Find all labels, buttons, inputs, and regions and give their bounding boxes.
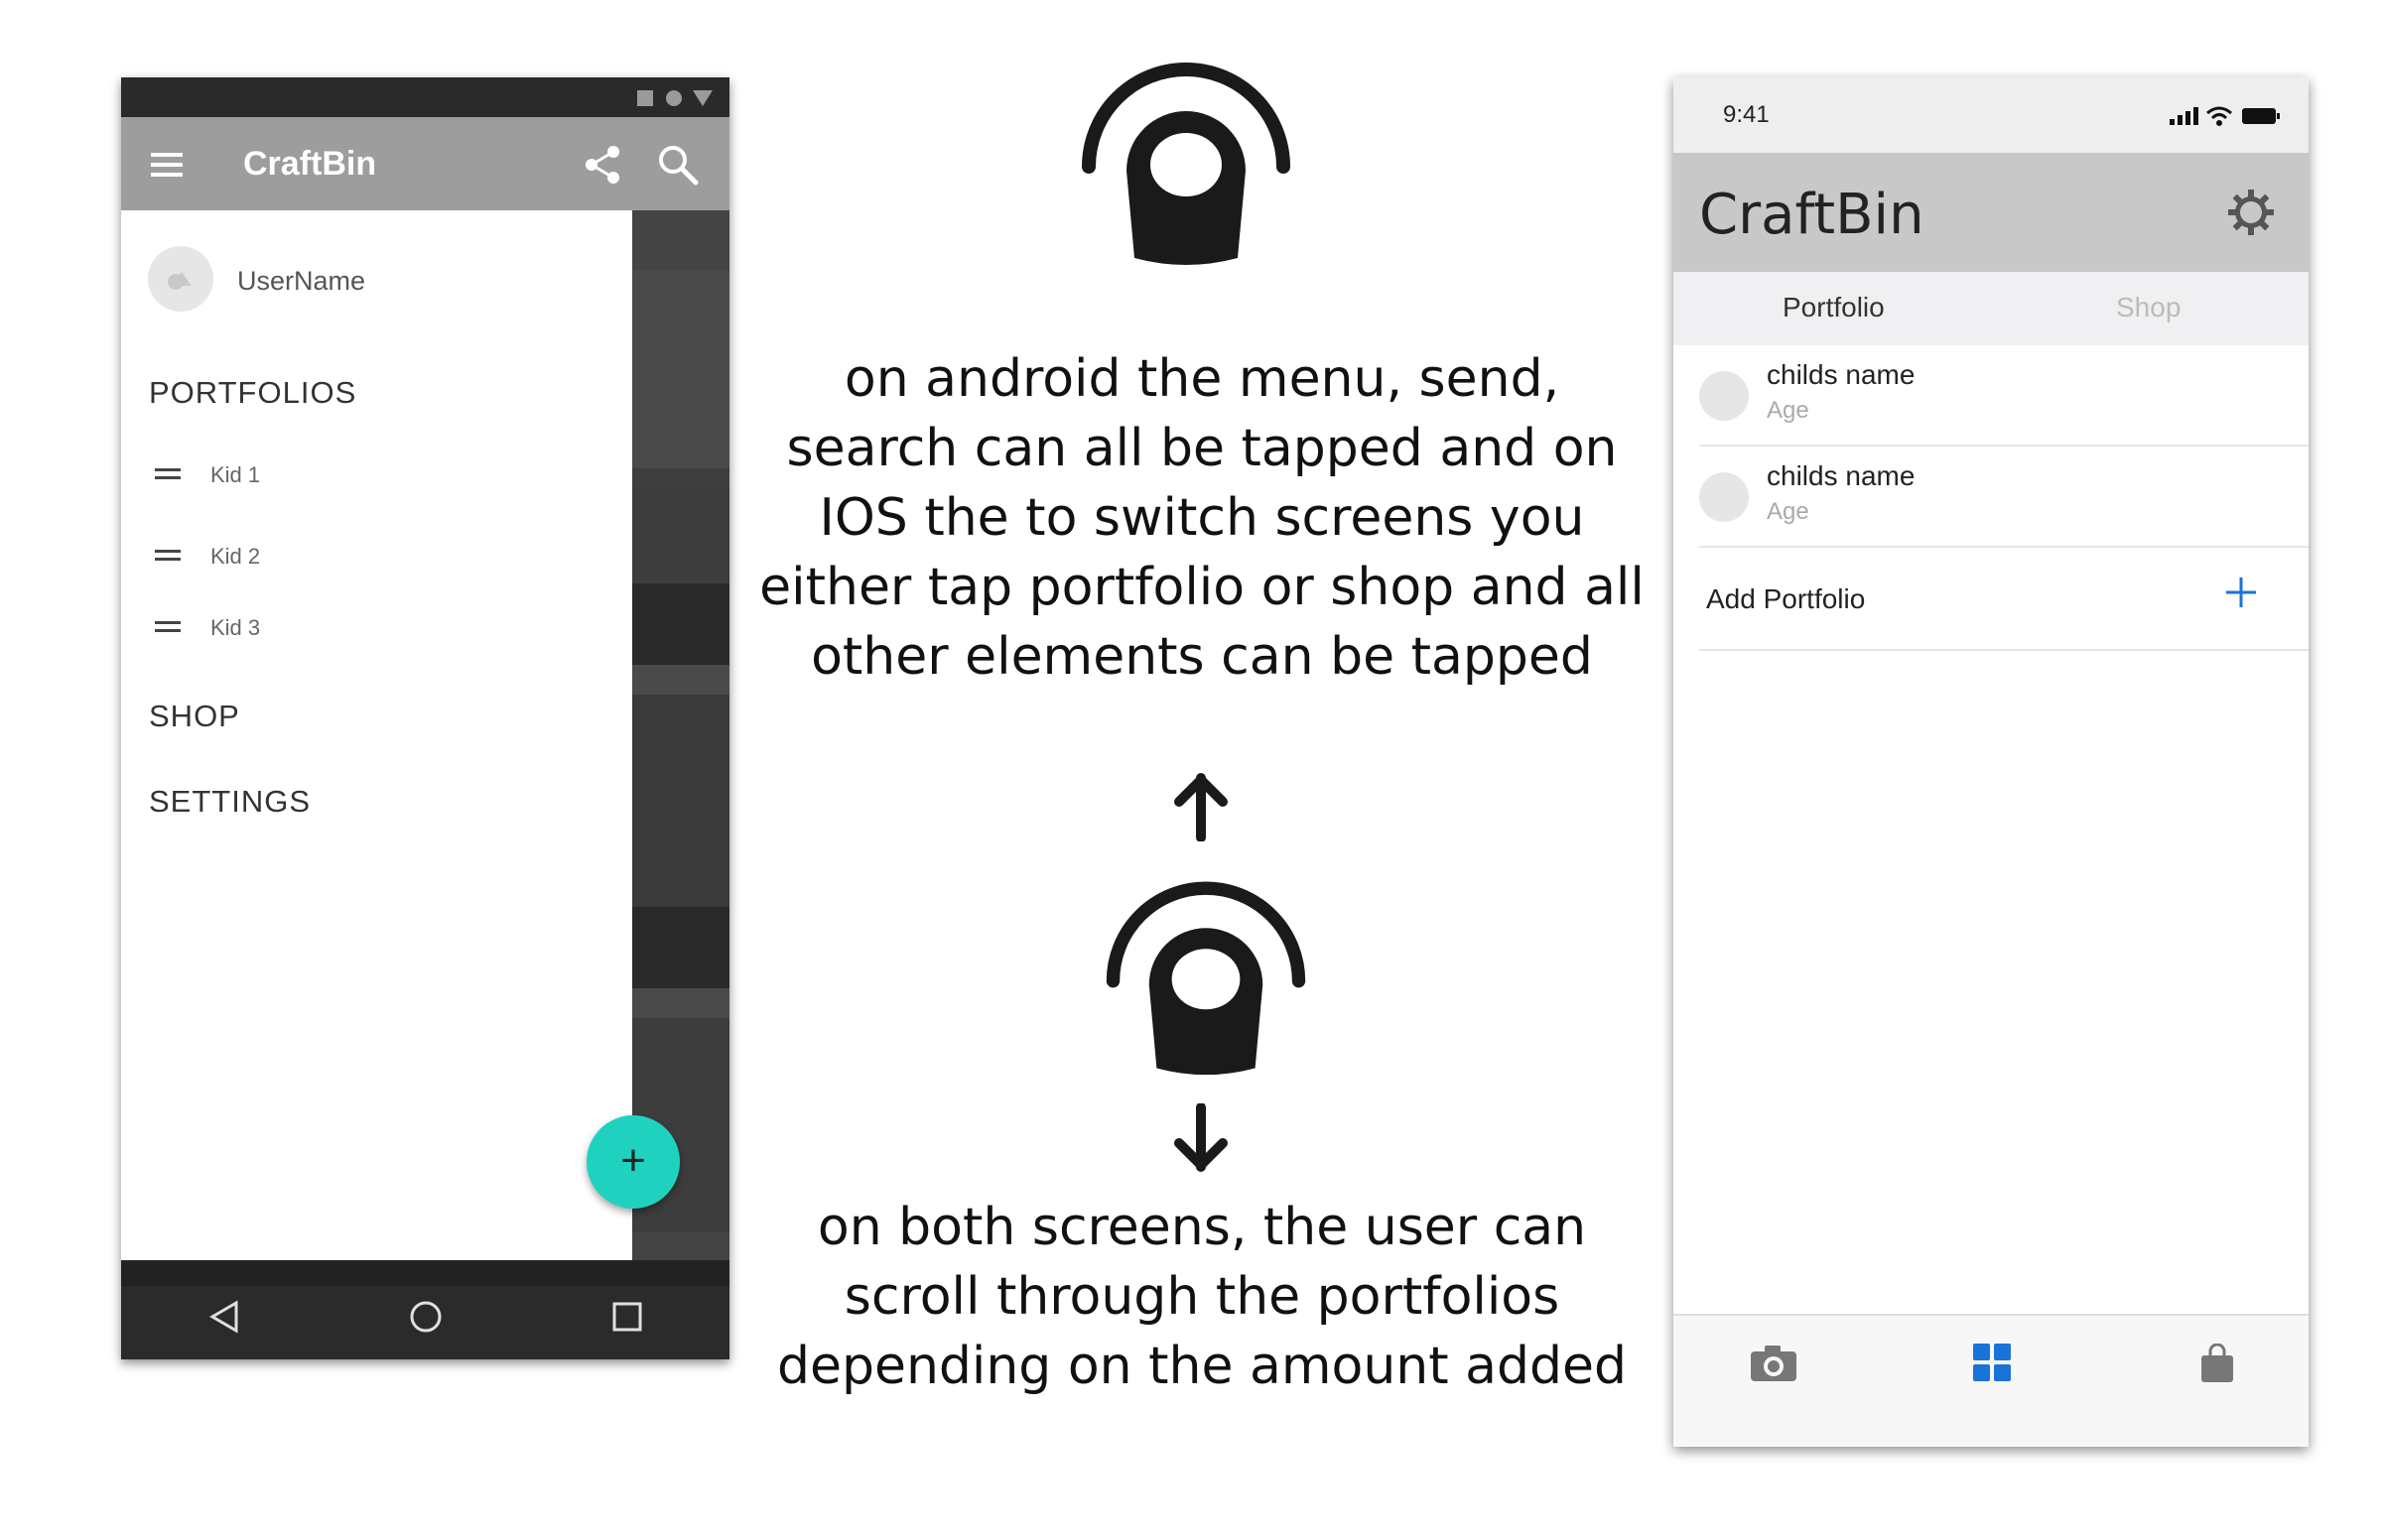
tap-gesture-icon [1082, 63, 1290, 265]
recents-nav-icon[interactable] [611, 1300, 643, 1334]
add-fab-button[interactable]: + [587, 1115, 680, 1209]
kid-label: Kid 2 [210, 544, 261, 569]
tap-instructions-text: on android the menu, send, search can al… [759, 349, 1645, 687]
wifi-icon [666, 90, 682, 106]
share-icon[interactable] [583, 144, 622, 186]
username-label: UserName [237, 266, 366, 296]
plus-icon[interactable] [2224, 576, 2258, 609]
navigation-drawer: UserName PORTFOLIOS Kid 1 Kid 2 Kid 3 SH… [121, 210, 632, 1260]
kid-label: Kid 1 [210, 462, 261, 487]
camera-icon[interactable] [1749, 1344, 1798, 1383]
child-name: childs name [1767, 460, 1916, 491]
child-name: childs name [1767, 359, 1916, 390]
menu-icon[interactable] [151, 153, 183, 177]
drag-handle-icon [155, 468, 181, 480]
scroll-instructions-text: on both screens, the user can scroll thr… [776, 1198, 1628, 1396]
list-item[interactable]: childs name Age [1673, 447, 2309, 548]
child-age: Age [1767, 498, 1809, 525]
bag-icon[interactable] [2199, 1344, 2235, 1383]
scroll-gesture-icon [1106, 881, 1306, 1076]
list-item[interactable]: childs name Age [1673, 345, 2309, 447]
app-title: CraftBin [1699, 183, 1924, 247]
ios-nav-header: CraftBin [1673, 153, 2309, 272]
grid-icon[interactable] [1973, 1344, 2011, 1381]
add-portfolio-label: Add Portfolio [1706, 583, 1866, 614]
ios-tab-bar [1673, 1314, 2309, 1447]
drawer-item-portfolios[interactable]: PORTFOLIOS [149, 375, 356, 411]
avatar [1699, 472, 1749, 522]
tab-shop[interactable]: Shop [2116, 292, 2181, 323]
android-app-bar: CraftBin [121, 117, 729, 210]
android-status-bar [121, 77, 729, 117]
search-icon[interactable] [657, 144, 699, 186]
child-age: Age [1767, 397, 1809, 424]
arrow-down-icon [1174, 1103, 1228, 1172]
tab-portfolio[interactable]: Portfolio [1783, 292, 1885, 323]
drawer-item-settings[interactable]: SETTINGS [149, 784, 311, 820]
signal-icon [637, 90, 653, 106]
signal-icon [2170, 107, 2198, 125]
kid-label: Kid 3 [210, 615, 261, 640]
avatar [1699, 371, 1749, 421]
ios-status-bar: 9:41 [1673, 77, 2309, 153]
segmented-tabs: Portfolio Shop [1673, 272, 2309, 345]
android-screen: CraftBin UserName PORTFOLIOS Kid 1 Kid 2… [121, 77, 729, 1359]
drag-handle-icon [155, 621, 181, 633]
battery-icon [693, 90, 713, 106]
drawer-item-shop[interactable]: SHOP [149, 699, 240, 734]
android-nav-bar [121, 1260, 729, 1359]
avatar-icon [168, 272, 192, 290]
arrow-up-icon [1174, 773, 1228, 841]
app-title: CraftBin [243, 145, 377, 183]
home-nav-icon[interactable] [409, 1300, 443, 1334]
status-time: 9:41 [1723, 101, 1770, 128]
gear-icon[interactable] [2226, 188, 2276, 237]
battery-icon [2242, 108, 2280, 124]
wifi-icon [2206, 106, 2232, 126]
add-portfolio-row[interactable]: Add Portfolio [1673, 548, 2309, 651]
avatar[interactable] [148, 246, 213, 312]
back-nav-icon[interactable] [208, 1300, 240, 1334]
ios-screen: 9:41 CraftBin Portfolio Shop childs name… [1673, 77, 2309, 1447]
drag-handle-icon [155, 550, 181, 562]
